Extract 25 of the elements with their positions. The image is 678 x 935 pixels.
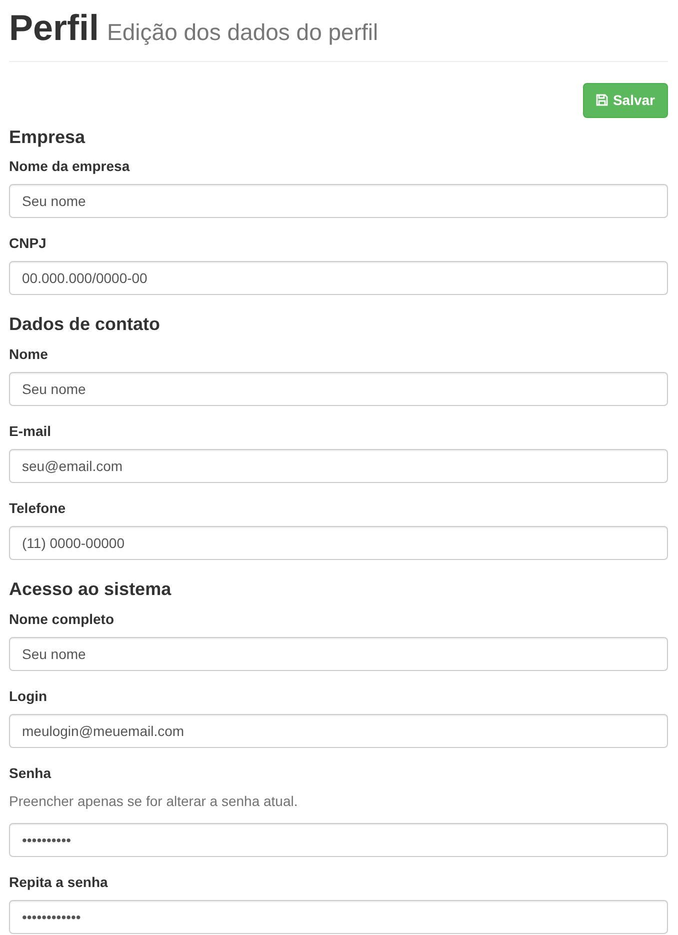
field-label: CNPJ	[9, 234, 46, 254]
field-label: Nome completo	[9, 610, 114, 629]
input-field[interactable]: seu@email.com	[9, 449, 668, 484]
input-field[interactable]: Seu nome	[9, 184, 668, 218]
field-label: E-mail	[9, 422, 52, 442]
input-field[interactable]: ••••••••••	[9, 822, 668, 857]
input-field[interactable]: 00.000.000/0000-00	[9, 261, 668, 296]
section-heading: Acesso ao sistema	[9, 580, 172, 600]
field-label: Nome	[9, 345, 48, 364]
field-label: Telefone	[9, 499, 66, 518]
input-field[interactable]: (11) 0000-00000	[9, 526, 668, 560]
section-heading: Dados de contato	[9, 315, 162, 336]
field-label: Repita a senha	[9, 872, 108, 892]
input-field[interactable]: meulogin@meuemail.com	[9, 714, 668, 748]
field-label: Senha	[9, 764, 52, 783]
input-field[interactable]: Seu nome	[9, 372, 668, 406]
field-label: Nome da empresa	[9, 157, 130, 176]
page-title: Perfil	[9, 10, 100, 46]
page-subtitle: Edição dos dados do perfil	[107, 18, 378, 47]
help-text: Preencher apenas se for alterar a senha atual.	[9, 792, 299, 811]
save-icon	[596, 94, 608, 106]
input-field[interactable]: Seu nome	[9, 636, 668, 671]
input-field[interactable]: ••••••••••••	[9, 900, 668, 934]
section-heading: Empresa	[9, 128, 86, 148]
field-label: Login	[9, 686, 48, 706]
